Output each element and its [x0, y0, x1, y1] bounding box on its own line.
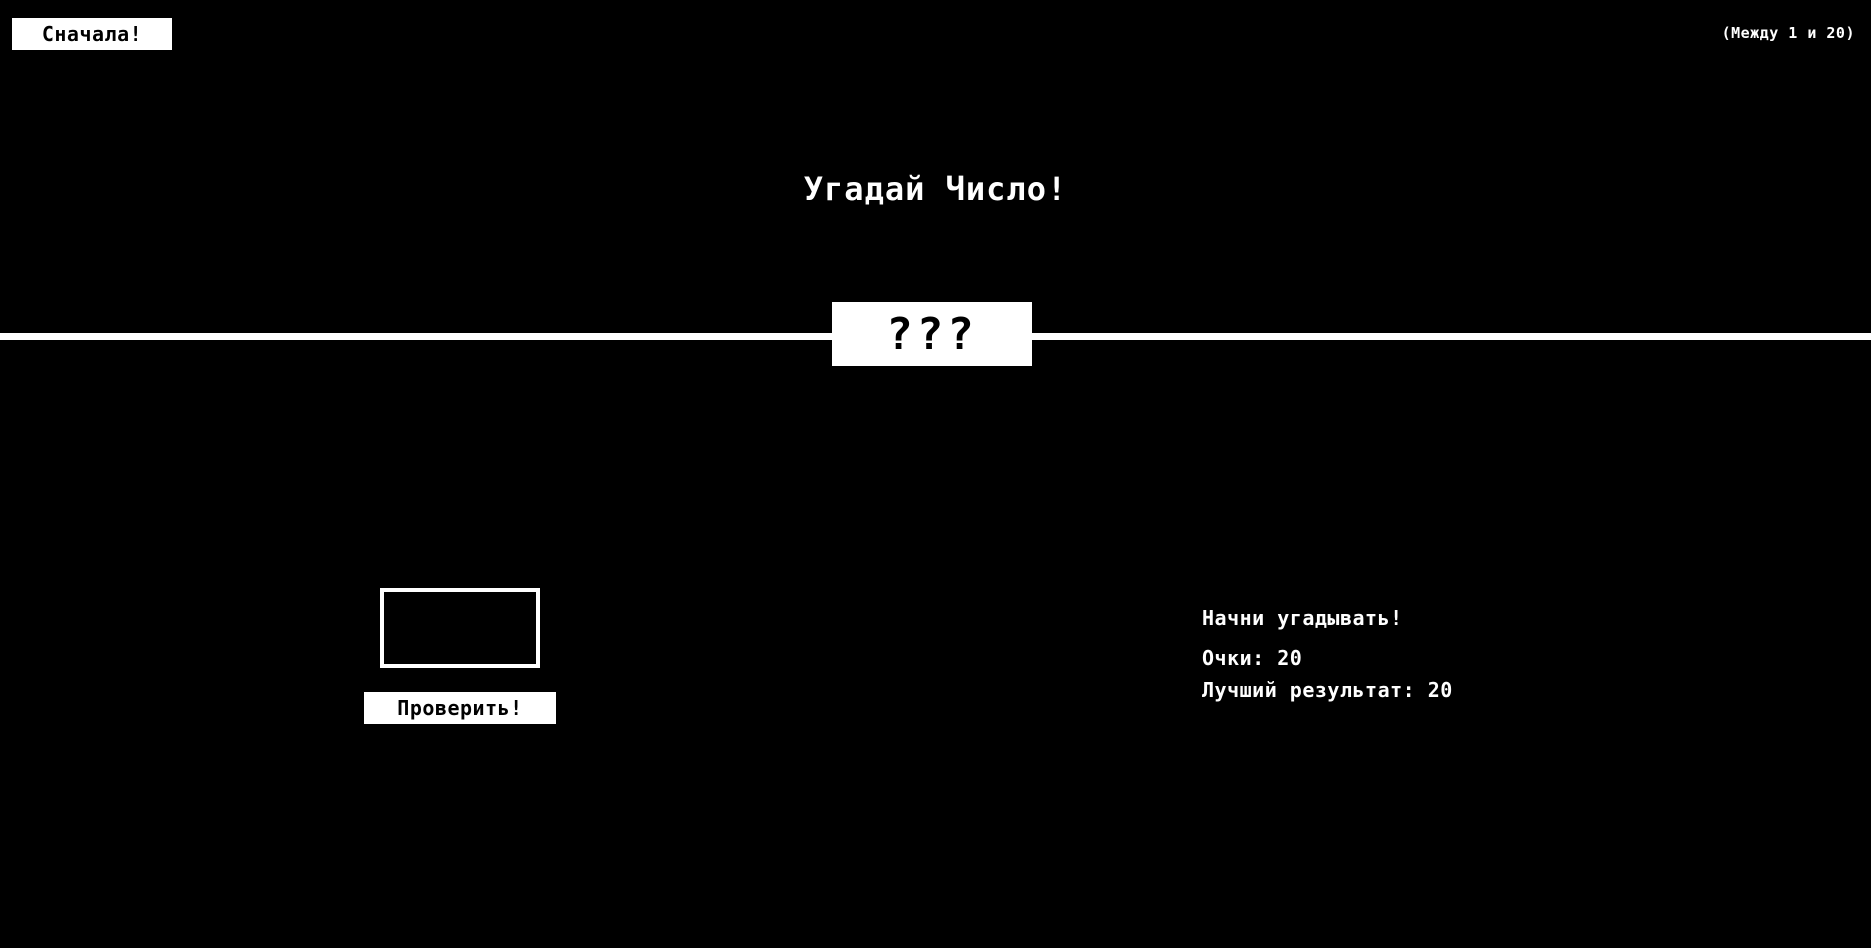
- score-label: Очки:: [1202, 646, 1265, 670]
- score-value: 20: [1277, 646, 1303, 670]
- highscore-label: Лучший результат:: [1202, 678, 1416, 702]
- highscore-line: Лучший результат: 20: [1202, 678, 1453, 702]
- check-button[interactable]: Проверить!: [364, 692, 556, 724]
- score-line: Очки: 20: [1202, 646, 1302, 670]
- highscore-value: 20: [1427, 678, 1453, 702]
- range-hint: (Между 1 и 20): [1721, 24, 1855, 42]
- status-message: Начни угадывать!: [1202, 606, 1403, 630]
- guess-input[interactable]: [380, 588, 540, 668]
- secret-number-box: ???: [832, 302, 1032, 366]
- page-title: Угадай Число!: [803, 170, 1068, 208]
- again-button[interactable]: Сначала!: [12, 18, 172, 50]
